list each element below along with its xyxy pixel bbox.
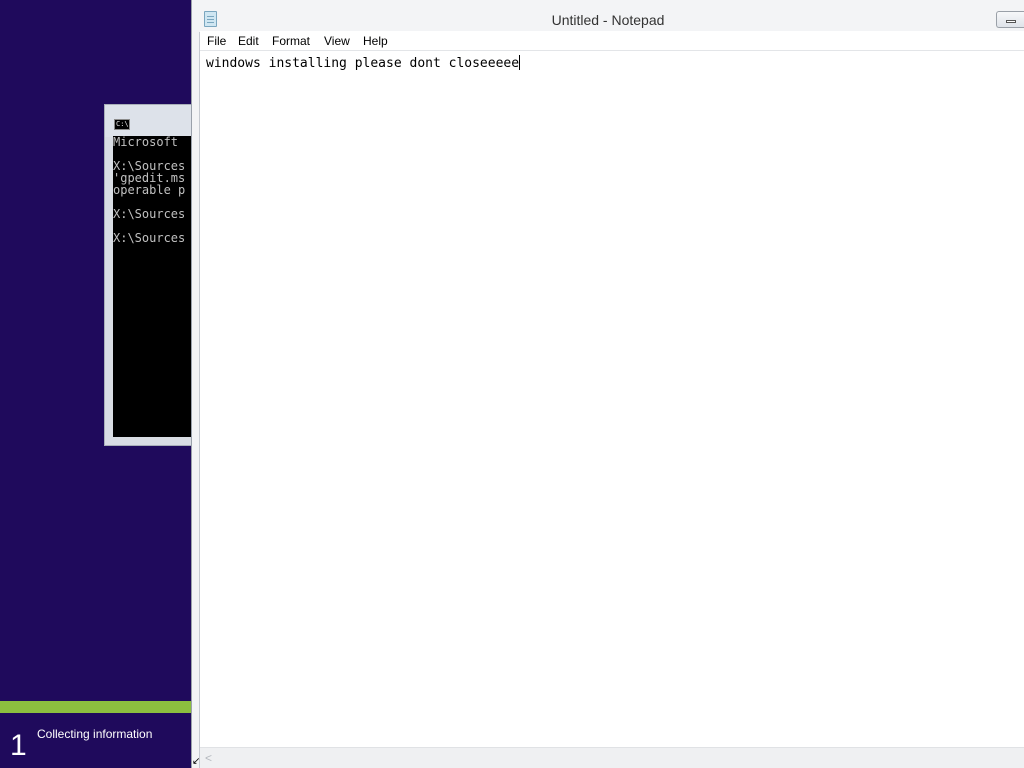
resize-arrow-icon: ↙ [192,756,201,767]
setup-progress-fill [0,701,192,713]
setup-progress-bar [0,701,192,713]
editor-content[interactable]: windows installing please dont closeeeee [206,55,521,72]
menu-bar: File Edit Format View Help [200,31,1024,51]
text-editor[interactable]: windows installing please dont closeeeee [200,51,1024,747]
editor-text: windows installing please dont closeeeee [206,56,520,71]
setup-step-number: 1 [10,729,27,762]
window-title: Untitled - Notepad [551,12,665,28]
minimize-icon [1006,20,1016,23]
menu-view[interactable]: View [324,33,350,49]
setup-step-label: Collecting information [37,727,153,741]
menu-format[interactable]: Format [272,33,310,49]
command-prompt-icon[interactable]: C:\ [114,119,130,130]
command-prompt-icon-label: C:\ [116,120,129,128]
horizontal-scrollbar[interactable]: < [200,747,1024,768]
scroll-left-arrow-icon[interactable]: < [205,751,212,765]
setup-step: 1 Collecting information [0,713,192,768]
notepad-window[interactable]: Untitled - Notepad File Edit Format View… [191,0,1024,768]
menu-help[interactable]: Help [363,33,388,49]
minimize-button[interactable] [996,11,1024,28]
text-caret [519,55,521,70]
menu-edit[interactable]: Edit [238,33,259,49]
window-frame-left [192,0,200,768]
menu-file[interactable]: File [207,33,226,49]
notepad-titlebar[interactable]: Untitled - Notepad [192,0,1024,32]
resize-grip[interactable]: ↙ [191,757,201,768]
